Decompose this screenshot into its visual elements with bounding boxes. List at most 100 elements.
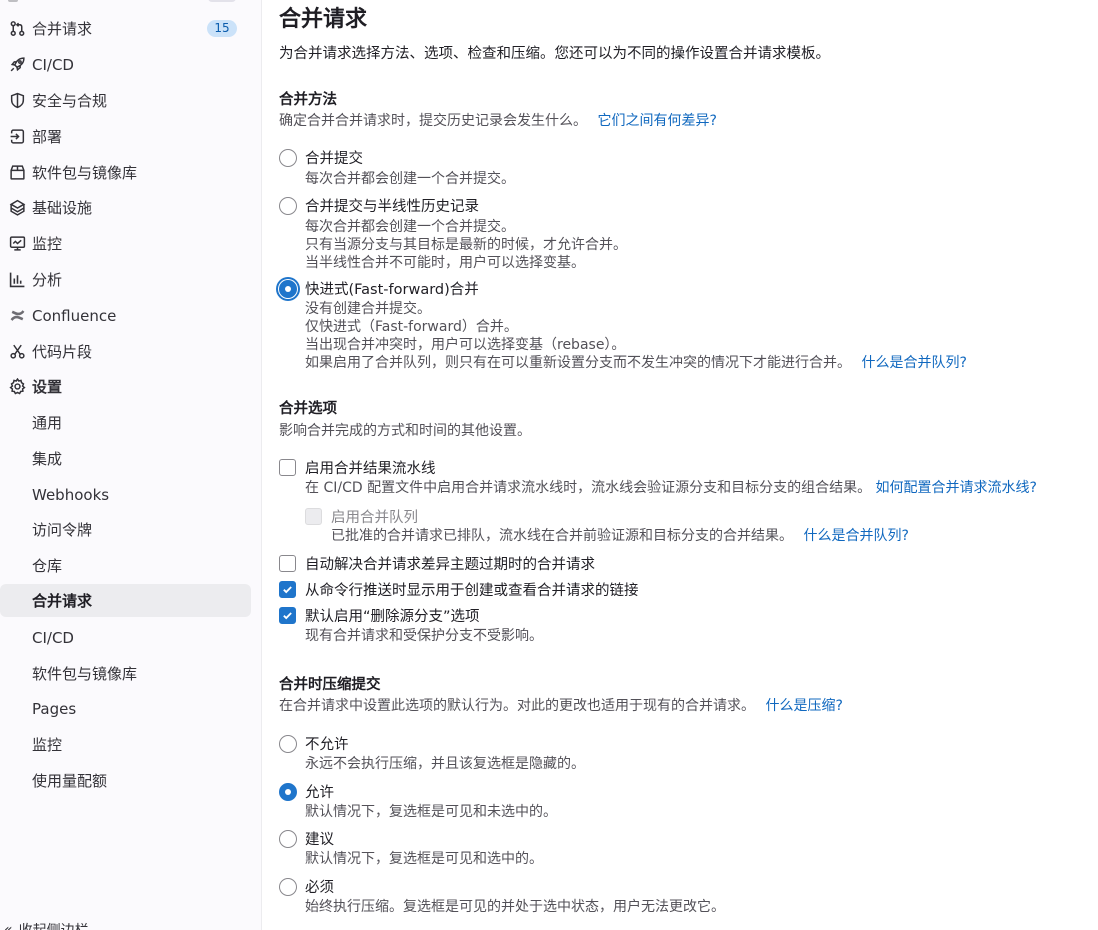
- sidebar-subitem-label: 集成: [32, 450, 63, 468]
- option-label: 不允许: [305, 737, 349, 753]
- checkbox[interactable]: [279, 607, 296, 624]
- package-icon: [0, 164, 32, 181]
- help-line: 当半线性合并不可能时，用户可以选择变基。: [305, 255, 585, 271]
- option-label: 启用合并队列: [331, 510, 418, 526]
- radio-button[interactable]: [279, 829, 297, 848]
- check-icon: [283, 612, 292, 620]
- count-badge: 15: [207, 20, 237, 37]
- option-label: 允许: [305, 785, 334, 801]
- option-help: 在 CI/CD 配置文件中启用合并请求流水线时，流水线会验证源分支和目标分支的组…: [305, 479, 1037, 498]
- sidebar-subitem-label: 仓库: [32, 557, 63, 575]
- shield-icon: [0, 92, 32, 109]
- radio-squash-never[interactable]: 不允许: [279, 733, 349, 754]
- sidebar-top-edge: [0, 0, 261, 4]
- sidebar-item-label: Confluence: [32, 306, 117, 325]
- radio-button[interactable]: [279, 148, 297, 167]
- sidebar-subitem-label: CI/CD: [32, 628, 74, 647]
- help-line-text: 在 CI/CD 配置文件中启用合并请求流水线时，流水线会验证源分支和目标分支的组…: [305, 480, 872, 496]
- radio-squash-encourage[interactable]: 建议: [279, 828, 334, 849]
- checkbox[interactable]: [279, 555, 296, 572]
- sidebar-item-cicd[interactable]: CI/CD: [0, 48, 251, 81]
- gear-icon: [0, 378, 32, 395]
- sidebar-item-security[interactable]: 安全与合规: [0, 84, 251, 117]
- help-line-text: 现有合并请求和受保护分支不受影响。: [305, 628, 543, 644]
- sidebar-subitem-usage-quotas[interactable]: 使用量配额: [0, 764, 251, 797]
- radio-squash-require[interactable]: 必须: [279, 876, 334, 897]
- sidebar-item-infrastructure[interactable]: 基础设施: [0, 191, 251, 224]
- rocket-icon: [0, 56, 32, 73]
- checkbox-merged-results-pipelines[interactable]: 启用合并结果流水线: [279, 457, 436, 478]
- option-help: 永远不会执行压缩，并且该复选框是隐藏的。: [305, 756, 585, 772]
- checkbox-merge-trains: 启用合并队列: [305, 506, 418, 527]
- sidebar-item-label: 软件包与镜像库: [32, 164, 138, 182]
- merge-trains-link[interactable]: 什么是合并队列?: [803, 528, 908, 544]
- sidebar-item-confluence[interactable]: Confluence: [0, 299, 251, 332]
- option-label: 建议: [305, 832, 334, 848]
- sidebar-item-merge-requests[interactable]: 合并请求 15: [0, 12, 251, 45]
- sidebar-item-label: 分析: [32, 271, 63, 289]
- sidebar-item-snippets[interactable]: 代码片段: [0, 335, 251, 368]
- option-label: 从命令行推送时显示用于创建或查看合并请求的链接: [305, 583, 639, 599]
- sidebar-subitem-pages[interactable]: Pages: [0, 692, 251, 725]
- option-label: 合并提交与半线性历史记录: [305, 199, 479, 215]
- deployments-icon: [0, 128, 32, 145]
- sidebar-subitem-monitor[interactable]: 监控: [0, 728, 251, 761]
- sidebar-subitem-label: 监控: [32, 736, 63, 754]
- sidebar-subitem-label: Webhooks: [32, 485, 110, 504]
- sidebar: 合并请求 15 CI/CD 安全与合规 部署 软件包与镜像库 基础设施 监控 分…: [0, 0, 262, 930]
- help-line: 如果启用了合并队列，则只有在可以重新设置分支而不发生冲突的情况下才能进行合并。 …: [305, 354, 967, 372]
- checkbox-auto-resolve-outdated[interactable]: 自动解决合并请求差异主题过期时的合并请求: [279, 553, 595, 574]
- radio-button[interactable]: [279, 877, 297, 896]
- help-line: 每次合并都会创建一个合并提交。: [305, 171, 515, 187]
- checkbox[interactable]: [279, 459, 296, 476]
- sidebar-subitem-access-tokens[interactable]: 访问令牌: [0, 513, 251, 546]
- radio-fast-forward[interactable]: 快进式(Fast-forward)合并: [279, 278, 479, 299]
- radio-merge-commit-semi-linear[interactable]: 合并提交与半线性历史记录: [279, 195, 479, 216]
- help-line: 当出现合并冲突时，用户可以选择变基（rebase）。: [305, 337, 626, 353]
- sidebar-subitem-general[interactable]: 通用: [0, 406, 251, 439]
- option-help: 始终执行压缩。复选框是可见的并处于选中状态，用户无法更改它。: [305, 899, 725, 915]
- help-line-text: 已批准的合并请求已排队，流水线在合并前验证源和目标分支的合并结果。: [331, 528, 793, 544]
- sidebar-subitem-cicd[interactable]: CI/CD: [0, 621, 251, 654]
- radio-button[interactable]: [279, 734, 297, 753]
- sidebar-item-analytics[interactable]: 分析: [0, 263, 251, 296]
- collapse-sidebar-button[interactable]: « 收起侧边栏: [0, 922, 89, 930]
- collapse-sidebar-label: 收起侧边栏: [19, 920, 89, 930]
- sidebar-item-packages[interactable]: 软件包与镜像库: [0, 156, 251, 189]
- sidebar-subitem-repository[interactable]: 仓库: [0, 549, 251, 582]
- sidebar-subitem-label: 访问令牌: [32, 521, 93, 539]
- option-help: 每次合并都会创建一个合并提交。 只有当源分支与其目标是最新的时候，才允许合并。 …: [305, 218, 627, 272]
- merge-queue-link[interactable]: 什么是合并队列?: [861, 355, 966, 371]
- sidebar-subitem-merge-requests[interactable]: 合并请求: [0, 584, 251, 617]
- double-chevron-left-icon: «: [4, 922, 13, 930]
- sidebar-subitem-integrations[interactable]: 集成: [0, 442, 251, 475]
- merge-method-heading: 合并方法: [279, 92, 337, 108]
- merged-results-pipelines-link[interactable]: 如何配置合并请求流水线?: [876, 480, 1037, 496]
- sidebar-item-monitor[interactable]: 监控: [0, 227, 251, 260]
- sidebar-item-label: 部署: [32, 128, 63, 146]
- radio-button[interactable]: [279, 782, 297, 801]
- checkbox[interactable]: [279, 581, 296, 598]
- sidebar-subitem-webhooks[interactable]: Webhooks: [0, 478, 251, 511]
- merge-method-diff-link[interactable]: 它们之间有何差异?: [597, 113, 716, 129]
- merge-options-heading: 合并选项: [279, 401, 337, 417]
- infrastructure-icon: [0, 199, 32, 216]
- sidebar-subitem-packages[interactable]: 软件包与镜像库: [0, 657, 251, 690]
- squash-link[interactable]: 什么是压缩?: [765, 698, 842, 714]
- sidebar-item-deployments[interactable]: 部署: [0, 120, 251, 153]
- radio-button[interactable]: [279, 279, 297, 298]
- radio-merge-commit[interactable]: 合并提交: [279, 147, 363, 168]
- option-label: 启用合并结果流水线: [305, 461, 436, 477]
- sidebar-item-label: 代码片段: [32, 343, 93, 361]
- collapsed-badge-stub: [208, 0, 236, 2]
- radio-button[interactable]: [279, 196, 297, 215]
- page-description: 为合并请求选择方法、选项、检查和压缩。您还可以为不同的操作设置合并请求模板。: [279, 46, 830, 62]
- sidebar-subitem-label: 合并请求: [32, 592, 93, 610]
- checkbox-show-mr-link[interactable]: 从命令行推送时显示用于创建或查看合并请求的链接: [279, 579, 639, 600]
- sidebar-item-label: 基础设施: [32, 199, 93, 217]
- help-line: 没有创建合并提交。: [305, 301, 431, 317]
- checkbox-delete-source-branch[interactable]: 默认启用“删除源分支”选项: [279, 605, 480, 626]
- sidebar-item-settings[interactable]: 设置: [0, 370, 251, 403]
- option-help: 没有创建合并提交。 仅快进式（Fast-forward）合并。 当出现合并冲突时…: [305, 300, 967, 372]
- radio-squash-allow[interactable]: 允许: [279, 781, 334, 802]
